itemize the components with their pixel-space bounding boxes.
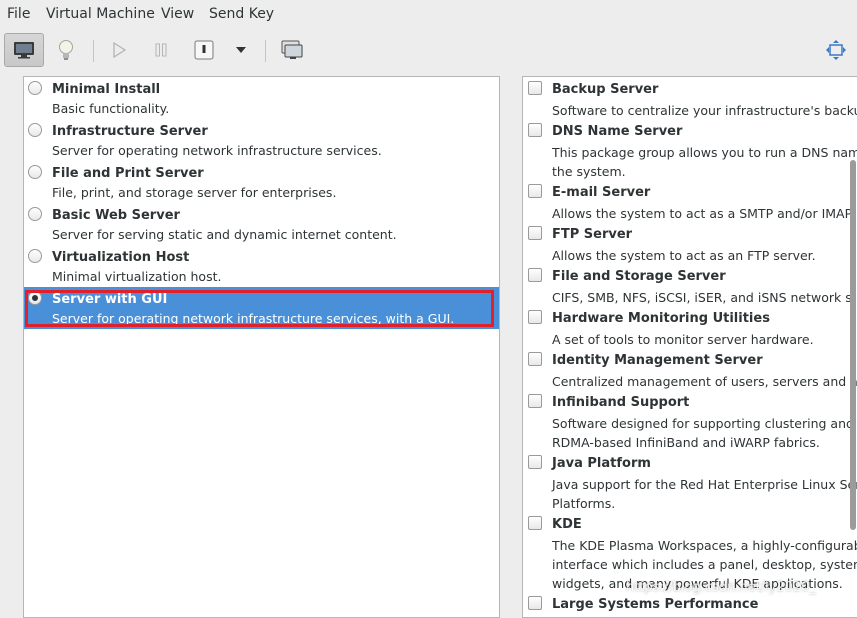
checkbox[interactable] <box>528 310 542 324</box>
play-icon <box>112 42 126 58</box>
fullscreen-icon <box>825 39 847 61</box>
lightbulb-icon <box>57 39 75 61</box>
env-description: Server for operating network infrastruct… <box>52 311 455 326</box>
menu-view[interactable]: View <box>161 6 194 22</box>
screenshot-icon <box>281 40 303 60</box>
env-item-minimal-install[interactable]: Minimal Install Basic functionality. <box>24 77 499 119</box>
monitor-icon <box>13 41 35 59</box>
details-button[interactable] <box>48 34 84 66</box>
shutdown-button[interactable] <box>186 34 222 66</box>
radio-button[interactable] <box>28 249 42 263</box>
addon-title: Infiniband Support <box>552 395 690 410</box>
env-title: Virtualization Host <box>52 250 190 265</box>
checkbox[interactable] <box>528 394 542 408</box>
radio-button-selected[interactable] <box>28 291 42 305</box>
base-environment-list: Minimal Install Basic functionality. Inf… <box>23 76 500 618</box>
addon-title: Hardware Monitoring Utilities <box>552 311 770 326</box>
toolbar-separator <box>93 40 94 62</box>
env-title: File and Print Server <box>52 166 204 181</box>
env-description: Server for operating network infrastruct… <box>52 143 382 158</box>
radio-button[interactable] <box>28 207 42 221</box>
toolbar <box>0 30 857 74</box>
menubar: File Virtual Machine View Send Key <box>0 0 857 30</box>
addon-title: FTP Server <box>552 227 633 242</box>
fullscreen-button[interactable] <box>818 34 854 66</box>
checkbox[interactable] <box>528 516 542 530</box>
addon-description: CIFS, SMB, NFS, iSCSI, iSER, and iSNS ne… <box>552 290 852 305</box>
checkbox[interactable] <box>528 455 542 469</box>
dropdown-arrow-icon <box>235 46 247 54</box>
menu-virtual-machine[interactable]: Virtual Machine <box>46 6 155 22</box>
radio-button[interactable] <box>28 123 42 137</box>
env-description: Minimal virtualization host. <box>52 269 222 284</box>
env-description: Server for serving static and dynamic in… <box>52 227 397 242</box>
addon-title: File and Storage Server <box>552 269 726 284</box>
checkbox[interactable] <box>528 268 542 282</box>
env-item-basic-web-server[interactable]: Basic Web Server Server for serving stat… <box>24 203 499 245</box>
pause-icon <box>154 43 168 57</box>
addon-title: DNS Name Server <box>552 124 683 139</box>
menu-file[interactable]: File <box>7 6 30 22</box>
env-item-file-and-print-server[interactable]: File and Print Server File, print, and s… <box>24 161 499 203</box>
checkbox[interactable] <box>528 352 542 366</box>
checkbox[interactable] <box>528 123 542 137</box>
checkbox[interactable] <box>528 81 542 95</box>
addon-title: E-mail Server <box>552 185 651 200</box>
checkbox[interactable] <box>528 596 542 610</box>
checkbox[interactable] <box>528 184 542 198</box>
env-item-virtualization-host[interactable]: Virtualization Host Minimal virtualizati… <box>24 245 499 287</box>
addons-list: Backup Server Software to centralize you… <box>522 76 857 618</box>
env-title: Basic Web Server <box>52 208 180 223</box>
power-icon <box>194 40 214 60</box>
addon-title: KDE <box>552 517 582 532</box>
menu-send-key[interactable]: Send Key <box>209 6 274 22</box>
addon-description: Java support for the Red Hat Enterprise … <box>552 477 857 511</box>
addon-description: Allows the system to act as a SMTP and/o… <box>552 206 853 221</box>
env-item-infrastructure-server[interactable]: Infrastructure Server Server for operati… <box>24 119 499 161</box>
console-view-button[interactable] <box>4 33 44 67</box>
env-item-server-with-gui[interactable]: Server with GUI Server for operating net… <box>24 287 499 329</box>
radio-button[interactable] <box>28 81 42 95</box>
env-title: Server with GUI <box>52 292 168 307</box>
addon-title: Identity Management Server <box>552 353 763 368</box>
run-button[interactable] <box>101 34 137 66</box>
env-title: Infrastructure Server <box>52 124 208 139</box>
watermark-text: https://blog.csdn.net/ly2020_ <box>626 580 816 595</box>
checkbox[interactable] <box>528 226 542 240</box>
addon-title: Java Platform <box>552 456 651 471</box>
addon-description: Software to centralize your infrastructu… <box>552 103 857 118</box>
addon-description: Allows the system to act as an FTP serve… <box>552 248 816 263</box>
pause-button[interactable] <box>143 34 179 66</box>
addon-description: This package group allows you to run a D… <box>552 145 857 179</box>
addon-description: A set of tools to monitor server hardwar… <box>552 332 814 347</box>
toolbar-separator <box>265 40 266 62</box>
env-description: Basic functionality. <box>52 101 170 116</box>
addon-description: Centralized management of users, servers… <box>552 374 857 389</box>
addon-description: Software designed for supporting cluster… <box>552 416 857 450</box>
shutdown-menu-button[interactable] <box>223 34 259 66</box>
addons-scrollbar[interactable] <box>850 160 856 530</box>
addon-title: Large Systems Performance <box>552 597 759 612</box>
env-title: Minimal Install <box>52 82 161 97</box>
addon-title: Backup Server <box>552 82 659 97</box>
env-description: File, print, and storage server for ente… <box>52 185 337 200</box>
snapshot-button[interactable] <box>274 34 310 66</box>
radio-button[interactable] <box>28 165 42 179</box>
